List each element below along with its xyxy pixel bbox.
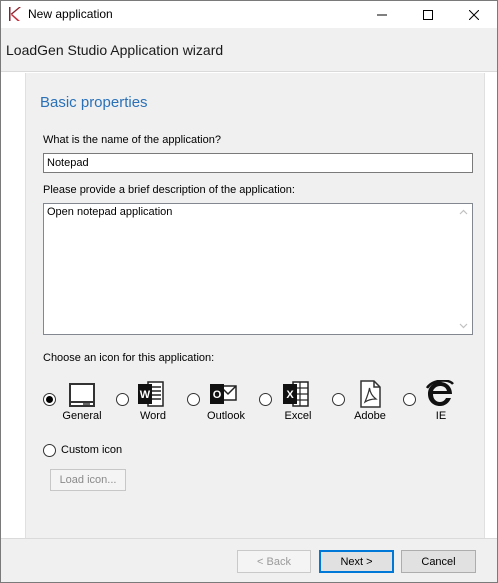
custom-icon-label: Custom icon xyxy=(61,444,123,456)
wizard-title: LoadGen Studio Application wizard xyxy=(6,42,224,58)
maximize-icon xyxy=(423,9,433,20)
outlook-icon: O xyxy=(210,384,237,404)
wizard-footer: < Back Next > Cancel xyxy=(1,538,497,582)
loadgen-logo-icon xyxy=(9,7,21,21)
icon-radio-outlook[interactable] xyxy=(187,393,200,406)
icon-label-ie: IE xyxy=(435,410,447,422)
icon-radio-excel[interactable] xyxy=(259,393,272,406)
description-label: Please provide a brief description of th… xyxy=(43,184,295,196)
maximize-button[interactable] xyxy=(405,1,451,28)
window-title: New application xyxy=(28,7,113,21)
svg-text:O: O xyxy=(213,389,222,401)
next-button[interactable]: Next > xyxy=(319,550,394,573)
svg-text:X: X xyxy=(286,389,294,401)
monitor-icon xyxy=(69,383,95,407)
icon-radio-ie[interactable] xyxy=(403,393,416,406)
minimize-icon xyxy=(377,14,387,15)
icon-radio-general[interactable] xyxy=(43,393,56,406)
word-icon: W xyxy=(138,381,164,407)
icon-label-word: Word xyxy=(139,410,167,422)
cancel-button[interactable]: Cancel xyxy=(401,550,476,573)
name-label: What is the name of the application? xyxy=(43,134,221,146)
custom-icon-radio[interactable] xyxy=(43,444,56,457)
icon-label-excel: Excel xyxy=(284,410,312,422)
wizard-window: New application LoadGen Studio Applicati… xyxy=(0,0,498,583)
load-icon-button[interactable]: Load icon... xyxy=(50,469,126,491)
excel-icon: X xyxy=(283,381,309,407)
close-icon xyxy=(469,9,479,20)
scroll-up-icon[interactable] xyxy=(459,208,468,217)
application-name-input[interactable] xyxy=(43,153,473,173)
back-button[interactable]: < Back xyxy=(237,550,311,573)
icon-radio-word[interactable] xyxy=(116,393,129,406)
description-textarea[interactable]: Open notepad application xyxy=(43,203,473,335)
icon-choice-label: Choose an icon for this application: xyxy=(43,352,215,364)
description-scrollbar[interactable] xyxy=(455,204,472,334)
title-bar: New application xyxy=(1,1,497,28)
icon-label-adobe: Adobe xyxy=(354,410,386,422)
icon-label-general: General xyxy=(62,410,102,422)
scroll-down-icon[interactable] xyxy=(459,321,468,330)
adobe-icon xyxy=(360,380,381,408)
description-text: Open notepad application xyxy=(47,206,173,218)
icon-radio-adobe[interactable] xyxy=(332,393,345,406)
section-title: Basic properties xyxy=(40,94,148,111)
ie-icon xyxy=(426,380,454,406)
svg-text:W: W xyxy=(140,389,151,401)
minimize-button[interactable] xyxy=(359,1,405,28)
wizard-header: LoadGen Studio Application wizard xyxy=(1,28,497,72)
icon-label-outlook: Outlook xyxy=(207,410,245,422)
close-button[interactable] xyxy=(451,1,497,28)
